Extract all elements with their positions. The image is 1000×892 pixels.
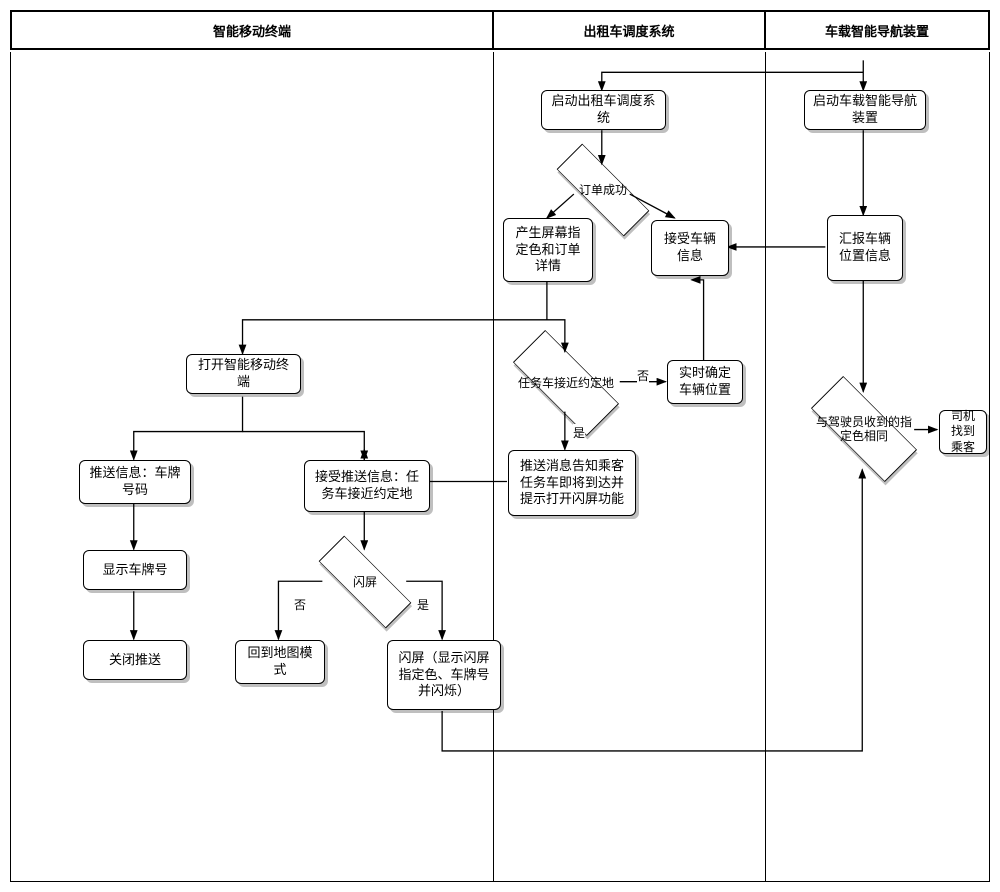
box-accept-vehicle: 接受车辆信息 bbox=[651, 220, 729, 276]
box-close-push: 关闭推送 bbox=[83, 640, 187, 680]
swimlane-header: 智能移动终端 出租车调度系统 车载智能导航装置 bbox=[10, 10, 990, 50]
lane-header-1: 智能移动终端 bbox=[12, 12, 494, 48]
box-driver-find: 司机找到乘客 bbox=[939, 410, 987, 454]
label-no-2: 否 bbox=[294, 596, 306, 613]
diamond-order-success: 订单成功 bbox=[553, 160, 653, 220]
box-flash-display: 闪屏（显示闪屏指定色、车牌号并闪烁） bbox=[387, 640, 501, 710]
lane-divider-2 bbox=[765, 52, 766, 881]
box-recv-push: 接受推送信息：任务车接近约定地 bbox=[304, 460, 430, 512]
box-push-plate: 推送信息：车牌号码 bbox=[79, 460, 191, 504]
box-start-nav: 启动车载智能导航装置 bbox=[804, 90, 926, 130]
swimlane-body: 启动出租车调度系统 订单成功 产生屏幕指定色和订单详情 接受车辆信息 任务车接近… bbox=[10, 52, 990, 882]
lane-divider-1 bbox=[493, 52, 494, 881]
box-start-dispatch: 启动出租车调度系统 bbox=[541, 90, 666, 130]
box-open-terminal: 打开智能移动终端 bbox=[186, 354, 301, 394]
diamond-same-color: 与驾驶员收到的指定色相同 bbox=[809, 394, 919, 464]
label-no-1: 否 bbox=[637, 367, 649, 384]
lane-header-3: 车载智能导航装置 bbox=[766, 12, 988, 48]
diamond-task-near: 任务车接近约定地 bbox=[511, 348, 621, 418]
box-realtime-pos: 实时确定车辆位置 bbox=[667, 360, 743, 404]
box-gen-color: 产生屏幕指定色和订单详情 bbox=[503, 218, 593, 282]
box-return-map: 回到地图模式 bbox=[235, 640, 325, 684]
box-push-msg: 推送消息告知乘客任务车即将到达并提示打开闪屏功能 bbox=[508, 450, 636, 516]
label-yes-1: 是 bbox=[573, 424, 585, 441]
box-report-pos: 汇报车辆位置信息 bbox=[827, 215, 903, 281]
box-show-plate: 显示车牌号 bbox=[83, 550, 187, 590]
diamond-flash: 闪屏 bbox=[315, 552, 415, 612]
label-yes-2: 是 bbox=[417, 596, 429, 613]
lane-header-2: 出租车调度系统 bbox=[494, 12, 766, 48]
